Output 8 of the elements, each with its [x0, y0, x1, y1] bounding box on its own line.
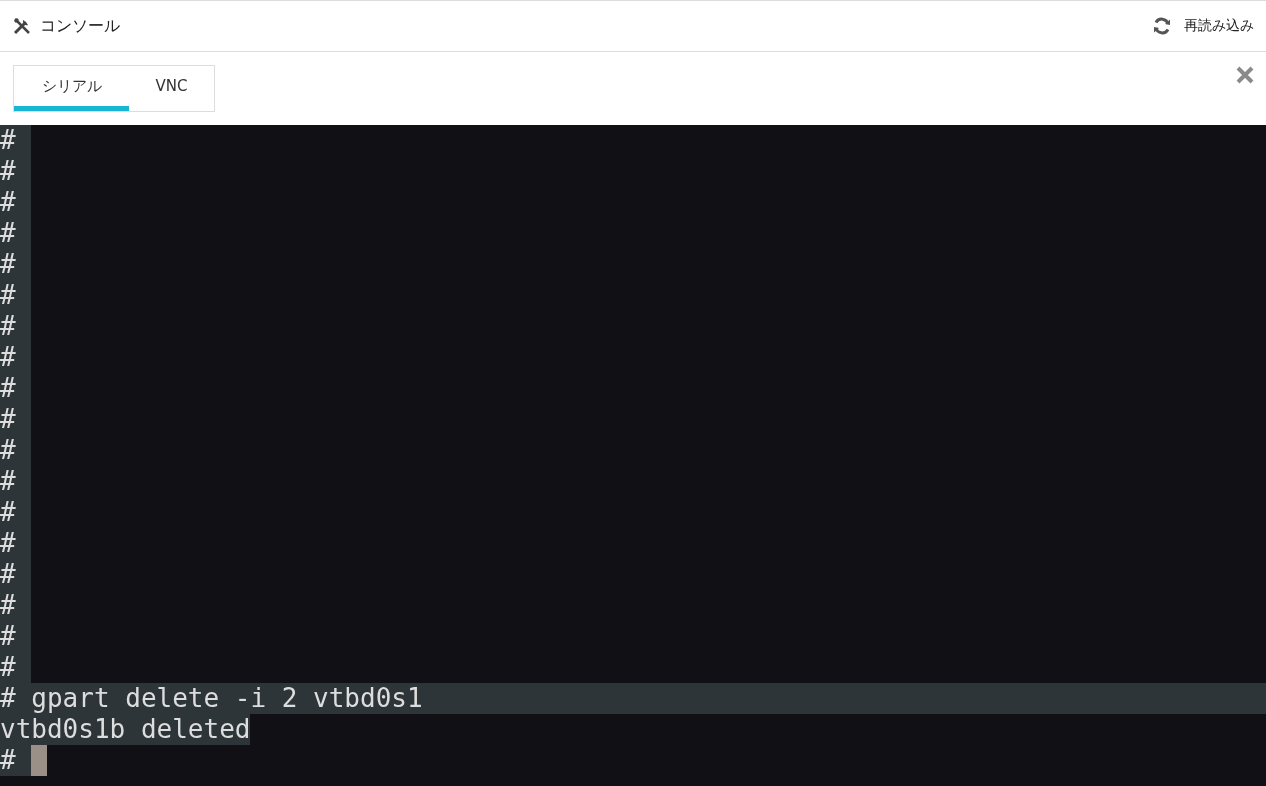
reload-button[interactable]: 再読み込み [1152, 16, 1254, 36]
refresh-icon [1152, 16, 1172, 36]
page-title: コンソール [40, 15, 120, 37]
tools-icon [12, 16, 32, 36]
terminal[interactable]: # # # # # # # # # # # # # # # # # # # gpart delete -i 2 vtbd0s1 vtbd0s1b deleted # [0, 125, 1266, 786]
tab[interactable]: シリアル [14, 66, 129, 111]
close-icon[interactable] [1236, 66, 1254, 84]
tab[interactable]: VNC [129, 66, 214, 111]
